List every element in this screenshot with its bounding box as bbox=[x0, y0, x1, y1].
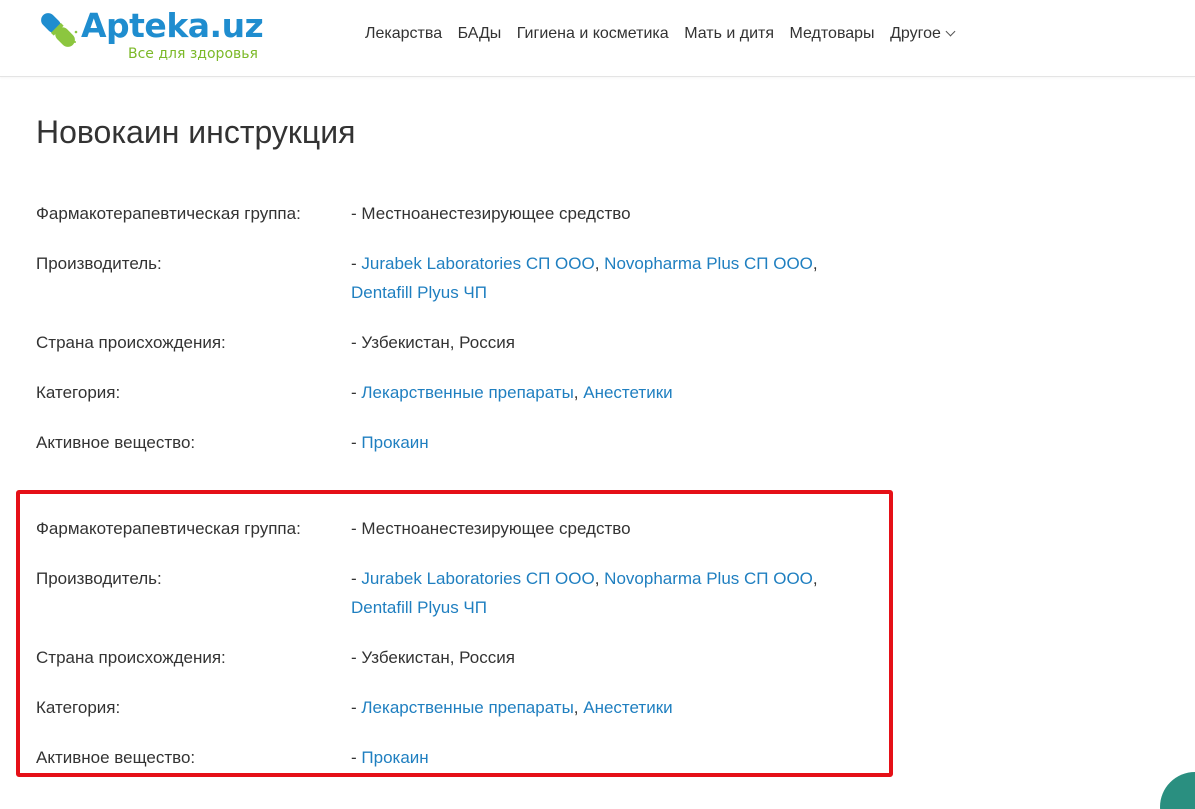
info-row-substance: Активное вещество: - Прокаин bbox=[36, 743, 876, 773]
category-value: - Лекарственные препараты, Анестетики bbox=[351, 378, 851, 428]
category-label: Категория: bbox=[36, 698, 121, 717]
chevron-down-icon bbox=[945, 26, 956, 37]
substance-prefix: - bbox=[351, 433, 362, 452]
info-row-substance: Активное вещество: - Прокаин bbox=[36, 428, 876, 458]
substance-label: Активное вещество: bbox=[36, 748, 196, 767]
category-prefix: - bbox=[351, 698, 362, 717]
category-label: Категория: bbox=[36, 383, 121, 402]
info-row-pharm-group: Фармакотерапевтическая группа: - Местноа… bbox=[36, 199, 876, 249]
substance-value: - Прокаин bbox=[351, 743, 851, 773]
category-link-anesthetics[interactable]: Анестетики bbox=[583, 698, 672, 717]
separator: , bbox=[812, 569, 818, 588]
country-label: Страна происхождения: bbox=[36, 648, 226, 667]
info-row-category: Категория: - Лекарственные препараты, Ан… bbox=[36, 693, 876, 743]
logo-text: Apteka.uz bbox=[81, 6, 264, 45]
substance-label: Активное вещество: bbox=[36, 433, 196, 452]
pill-logo-icon bbox=[41, 13, 78, 47]
nav-item-medicines[interactable]: Лекарства bbox=[365, 23, 442, 45]
substance-value: - Прокаин bbox=[351, 428, 851, 458]
nav-item-other-dropdown[interactable]: Другое bbox=[890, 23, 956, 45]
pharm-group-label: Фармакотерапевтическая группа: bbox=[36, 519, 301, 538]
manufacturer-link-dentafill[interactable]: Dentafill Plyus ЧП bbox=[351, 283, 487, 302]
nav-item-supplements[interactable]: БАДы bbox=[458, 23, 502, 45]
category-link-medicines[interactable]: Лекарственные препараты bbox=[361, 698, 573, 717]
separator: , bbox=[573, 698, 584, 717]
manufacturer-label: Производитель: bbox=[36, 254, 162, 273]
country-label: Страна происхождения: bbox=[36, 333, 226, 352]
info-row-pharm-group: Фармакотерапевтическая группа: - Местноа… bbox=[36, 514, 876, 564]
drug-info-block-highlighted: Фармакотерапевтическая группа: - Местноа… bbox=[36, 514, 876, 773]
main-nav: Лекарства БАДы Гигиена и косметика Мать … bbox=[365, 23, 956, 45]
info-row-manufacturer: Производитель: - Jurabek Laboratories СП… bbox=[36, 249, 876, 328]
country-value: - Узбекистан, Россия bbox=[351, 333, 515, 352]
logo-tagline: Все для здоровья bbox=[128, 46, 258, 62]
manufacturer-label: Производитель: bbox=[36, 569, 162, 588]
drug-info-block: Фармакотерапевтическая группа: - Местноа… bbox=[36, 199, 876, 458]
info-row-country: Страна происхождения: - Узбекистан, Росс… bbox=[36, 643, 876, 693]
pharm-group-value: - Местноанестезирующее средство bbox=[351, 519, 631, 538]
nav-item-medical-goods[interactable]: Медтовары bbox=[790, 23, 875, 45]
separator: , bbox=[594, 254, 605, 273]
info-row-category: Категория: - Лекарственные препараты, Ан… bbox=[36, 378, 876, 428]
site-header: Apteka.uz Все для здоровья Лекарства БАД… bbox=[0, 0, 1195, 77]
nav-item-mother-child[interactable]: Мать и дитя bbox=[684, 23, 774, 45]
manufacturer-prefix: - bbox=[351, 569, 362, 588]
category-link-anesthetics[interactable]: Анестетики bbox=[583, 383, 672, 402]
category-prefix: - bbox=[351, 383, 362, 402]
pharm-group-value: - Местноанестезирующее средство bbox=[351, 204, 631, 223]
category-value: - Лекарственные препараты, Анестетики bbox=[351, 693, 851, 743]
manufacturer-link-dentafill[interactable]: Dentafill Plyus ЧП bbox=[351, 598, 487, 617]
site-logo[interactable]: Apteka.uz Все для здоровья bbox=[36, 4, 276, 68]
substance-link-procaine[interactable]: Прокаин bbox=[361, 433, 428, 452]
manufacturer-prefix: - bbox=[351, 254, 362, 273]
manufacturer-value: - Jurabek Laboratories СП ООО, Novopharm… bbox=[351, 249, 851, 328]
country-value: - Узбекистан, Россия bbox=[351, 648, 515, 667]
manufacturer-link-novopharma[interactable]: Novopharma Plus СП ООО bbox=[604, 254, 813, 273]
separator: , bbox=[812, 254, 818, 273]
manufacturer-link-jurabek[interactable]: Jurabek Laboratories СП ООО bbox=[361, 569, 594, 588]
substance-prefix: - bbox=[351, 748, 362, 767]
manufacturer-value: - Jurabek Laboratories СП ООО, Novopharm… bbox=[351, 564, 851, 643]
chat-widget-button[interactable] bbox=[1160, 772, 1195, 809]
page-title: Новокаин инструкция bbox=[36, 114, 356, 150]
substance-link-procaine[interactable]: Прокаин bbox=[361, 748, 428, 767]
manufacturer-link-jurabek[interactable]: Jurabek Laboratories СП ООО bbox=[361, 254, 594, 273]
nav-item-hygiene-cosmetics[interactable]: Гигиена и косметика bbox=[517, 23, 669, 45]
separator: , bbox=[573, 383, 584, 402]
pharm-group-label: Фармакотерапевтическая группа: bbox=[36, 204, 301, 223]
info-row-country: Страна происхождения: - Узбекистан, Росс… bbox=[36, 328, 876, 378]
nav-item-other-label: Другое bbox=[890, 25, 941, 42]
separator: , bbox=[594, 569, 605, 588]
manufacturer-link-novopharma[interactable]: Novopharma Plus СП ООО bbox=[604, 569, 813, 588]
info-row-manufacturer: Производитель: - Jurabek Laboratories СП… bbox=[36, 564, 876, 643]
category-link-medicines[interactable]: Лекарственные препараты bbox=[361, 383, 573, 402]
